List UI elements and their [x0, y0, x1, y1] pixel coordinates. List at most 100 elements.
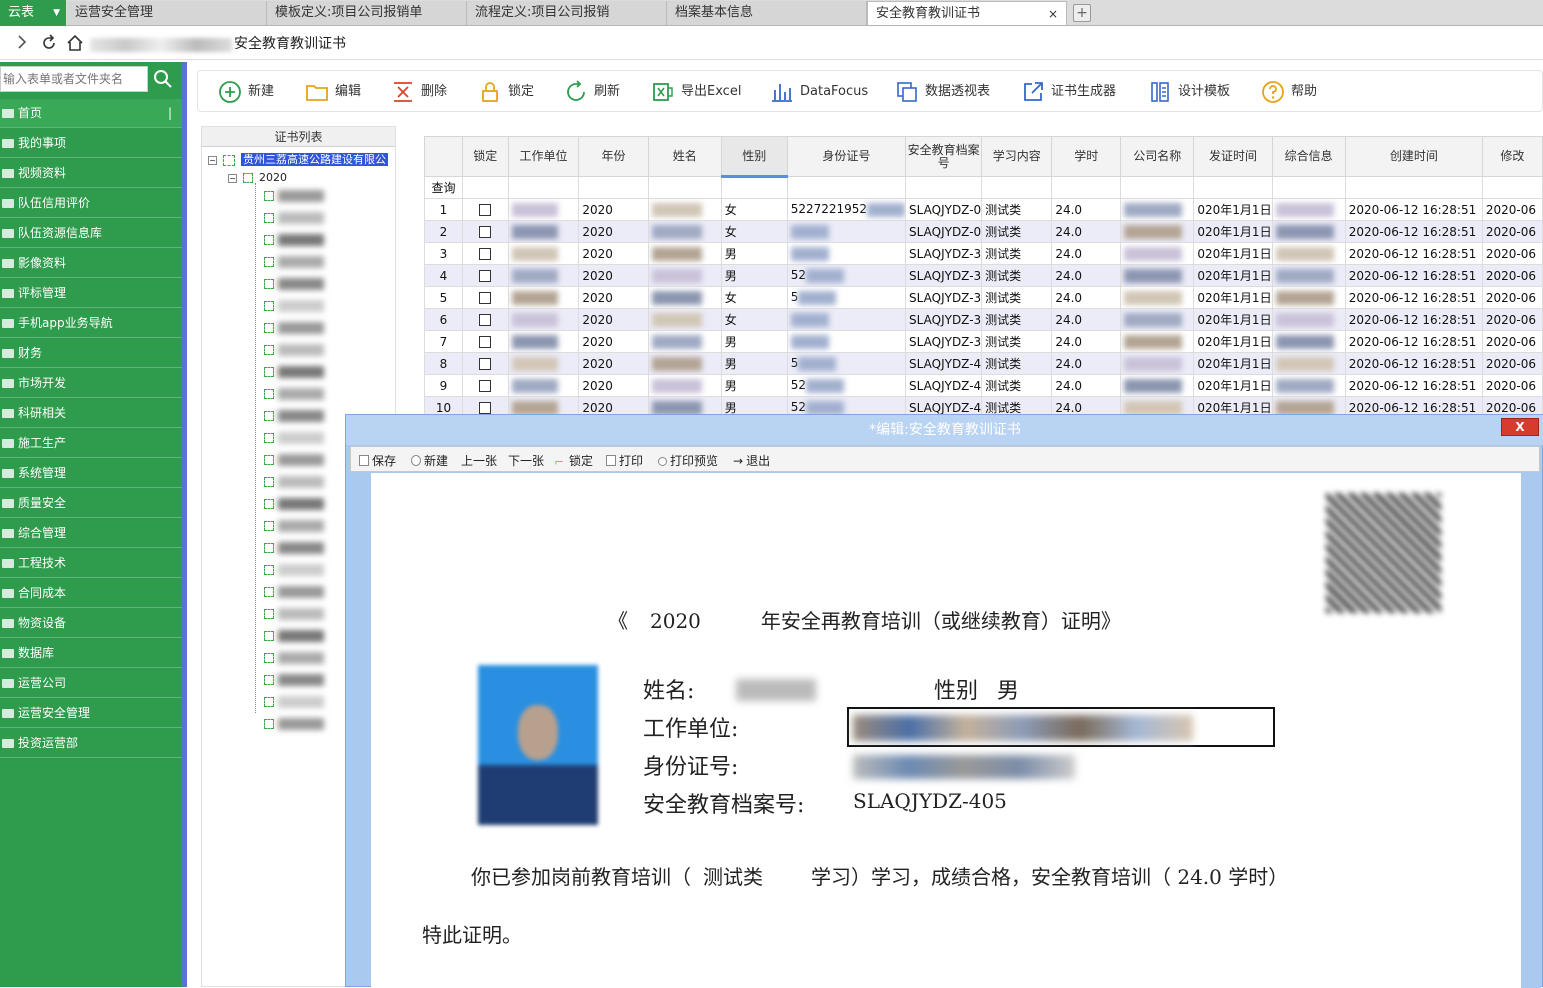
gender-cell[interactable]: 男 — [720, 264, 788, 287]
work-unit-redacted[interactable] — [507, 374, 580, 397]
modified-cell[interactable]: 2020-06 — [1481, 264, 1543, 287]
tree-leaf-node[interactable] — [264, 409, 324, 423]
table-row[interactable]: 7 2020 男 SLAQJYDZ-3 测试类 24.0 020年1月1日 2020-06-1… — [424, 330, 1543, 353]
tab-template-def[interactable]: 模板定义:项目公司报销单 — [267, 1, 467, 25]
checkbox[interactable] — [479, 248, 492, 260]
dialog-title[interactable]: *编辑:安全教育教训证书 — [346, 415, 1543, 445]
sidebar-item[interactable]: 投资运营部 — [0, 729, 182, 758]
row-number[interactable]: 4 — [424, 264, 463, 287]
tree-leaf-node[interactable] — [264, 321, 324, 335]
query-cell[interactable] — [1271, 176, 1346, 199]
tab-archive-info[interactable]: 档案基本信息 — [667, 1, 867, 25]
sidebar-item[interactable]: 综合管理 — [0, 519, 182, 548]
issued-cell[interactable]: 020年1月1日 — [1193, 198, 1273, 221]
table-row[interactable]: 1 2020 女 5227221952 SLAQJYDZ-0 测试类 24.0 020年1月1… — [424, 198, 1543, 221]
next-button[interactable]: 下一张 — [508, 452, 544, 469]
company-redacted[interactable] — [1120, 374, 1195, 397]
tree-leaf-node[interactable] — [264, 475, 324, 489]
column-header[interactable]: 学时 — [1051, 136, 1122, 177]
tree-leaf-node[interactable] — [264, 299, 324, 313]
issued-cell[interactable]: 020年1月1日 — [1193, 264, 1273, 287]
gender-cell[interactable]: 男 — [720, 374, 788, 397]
column-header[interactable]: 创建时间 — [1344, 136, 1483, 177]
sidebar-item[interactable]: 物资设备 — [0, 609, 182, 638]
file-no-cell[interactable]: SLAQJYDZ-3 — [905, 286, 983, 309]
column-header[interactable]: 学习内容 — [981, 136, 1053, 177]
lock-checkbox[interactable] — [461, 220, 509, 243]
summary-redacted[interactable] — [1271, 286, 1346, 309]
content-cell[interactable]: 测试类 — [981, 242, 1053, 265]
lock-checkbox[interactable] — [461, 374, 509, 397]
exit-button[interactable]: → 退出 — [733, 452, 770, 469]
close-tab-icon[interactable]: × — [1048, 2, 1058, 26]
lock-checkbox[interactable] — [461, 308, 509, 331]
column-header[interactable]: 姓名 — [647, 136, 722, 177]
summary-redacted[interactable] — [1271, 308, 1346, 331]
brand-menu[interactable]: 云表 ▼ — [0, 0, 66, 26]
search-field[interactable] — [0, 66, 148, 92]
work-unit-redacted[interactable] — [507, 352, 580, 375]
company-redacted[interactable] — [1120, 264, 1195, 287]
sidebar-item[interactable]: 视频资料 — [0, 159, 182, 188]
issued-cell[interactable]: 020年1月1日 — [1193, 242, 1273, 265]
tree-leaf-node[interactable] — [264, 255, 324, 269]
tree-leaf-node[interactable] — [264, 585, 324, 599]
column-header[interactable]: 身份证号 — [786, 136, 907, 177]
work-unit-redacted[interactable] — [507, 286, 580, 309]
checkbox[interactable] — [479, 336, 492, 348]
refresh-icon[interactable] — [40, 34, 58, 56]
work-unit-redacted[interactable] — [507, 264, 580, 287]
tree-leaf-node[interactable] — [264, 673, 324, 687]
modified-cell[interactable]: 2020-06 — [1481, 220, 1543, 243]
column-header[interactable]: 年份 — [578, 136, 649, 177]
summary-redacted[interactable] — [1271, 330, 1346, 353]
checkbox[interactable] — [479, 358, 492, 370]
tree-leaf-node[interactable] — [264, 629, 324, 643]
hours-cell[interactable]: 24.0 — [1051, 308, 1122, 331]
year-cell[interactable]: 2020 — [578, 264, 649, 287]
column-header[interactable]: 综合信息 — [1271, 136, 1346, 177]
sidebar-item[interactable]: 运营安全管理 — [0, 699, 182, 728]
created-cell[interactable]: 2020-06-12 16:28:51 — [1344, 242, 1483, 265]
gender-cell[interactable]: 女 — [720, 220, 788, 243]
column-header[interactable]: 锁定 — [461, 136, 509, 177]
file-no-cell[interactable]: SLAQJYDZ-3 — [905, 264, 983, 287]
created-cell[interactable]: 2020-06-12 16:28:51 — [1344, 286, 1483, 309]
content-cell[interactable]: 测试类 — [981, 198, 1053, 221]
name-redacted[interactable] — [647, 198, 722, 221]
tree-leaf-node[interactable] — [264, 343, 324, 357]
lock-checkbox[interactable] — [461, 330, 509, 353]
checkbox[interactable] — [479, 204, 492, 216]
query-cell[interactable] — [1193, 176, 1273, 199]
content-cell[interactable]: 测试类 — [981, 374, 1053, 397]
dialog-lock-button[interactable]: ⌐ 锁定 — [554, 452, 593, 469]
file-no-cell[interactable]: SLAQJYDZ-3 — [905, 308, 983, 331]
checkbox[interactable] — [479, 402, 492, 414]
year-cell[interactable]: 2020 — [578, 220, 649, 243]
tree-leaf-node[interactable] — [264, 431, 324, 445]
table-row[interactable]: 4 2020 男 52 SLAQJYDZ-3 测试类 24.0 020年1月1日 2020-06… — [424, 264, 1543, 287]
sidebar-item[interactable]: 科研相关 — [0, 399, 182, 428]
tree-leaf-node[interactable] — [264, 497, 324, 511]
column-header[interactable]: 安全教育档案号 — [905, 136, 983, 177]
column-header[interactable]: 发证时间 — [1193, 136, 1273, 177]
work-unit-redacted[interactable] — [507, 220, 580, 243]
column-header[interactable]: 工作单位 — [507, 136, 580, 177]
sidebar-item[interactable]: 数据库 — [0, 639, 182, 668]
id-cell[interactable] — [786, 330, 907, 353]
issued-cell[interactable]: 020年1月1日 — [1193, 374, 1273, 397]
content-cell[interactable]: 测试类 — [981, 286, 1053, 309]
tree-leaf-node[interactable] — [264, 211, 324, 225]
checkbox[interactable] — [479, 380, 492, 392]
sidebar-item[interactable]: 合同成本 — [0, 579, 182, 608]
id-cell[interactable]: 52 — [786, 264, 907, 287]
tree-root-node[interactable]: − 贵州三荔高速公路建设有限公 — [208, 151, 388, 167]
hours-cell[interactable]: 24.0 — [1051, 330, 1122, 353]
id-value-redacted[interactable] — [853, 755, 1075, 779]
summary-redacted[interactable] — [1271, 264, 1346, 287]
company-redacted[interactable] — [1120, 330, 1195, 353]
query-cell[interactable] — [578, 176, 649, 199]
id-cell[interactable]: 5 — [786, 352, 907, 375]
file-no-cell[interactable]: SLAQJYDZ-0 — [905, 198, 983, 221]
modified-cell[interactable]: 2020-06 — [1481, 242, 1543, 265]
